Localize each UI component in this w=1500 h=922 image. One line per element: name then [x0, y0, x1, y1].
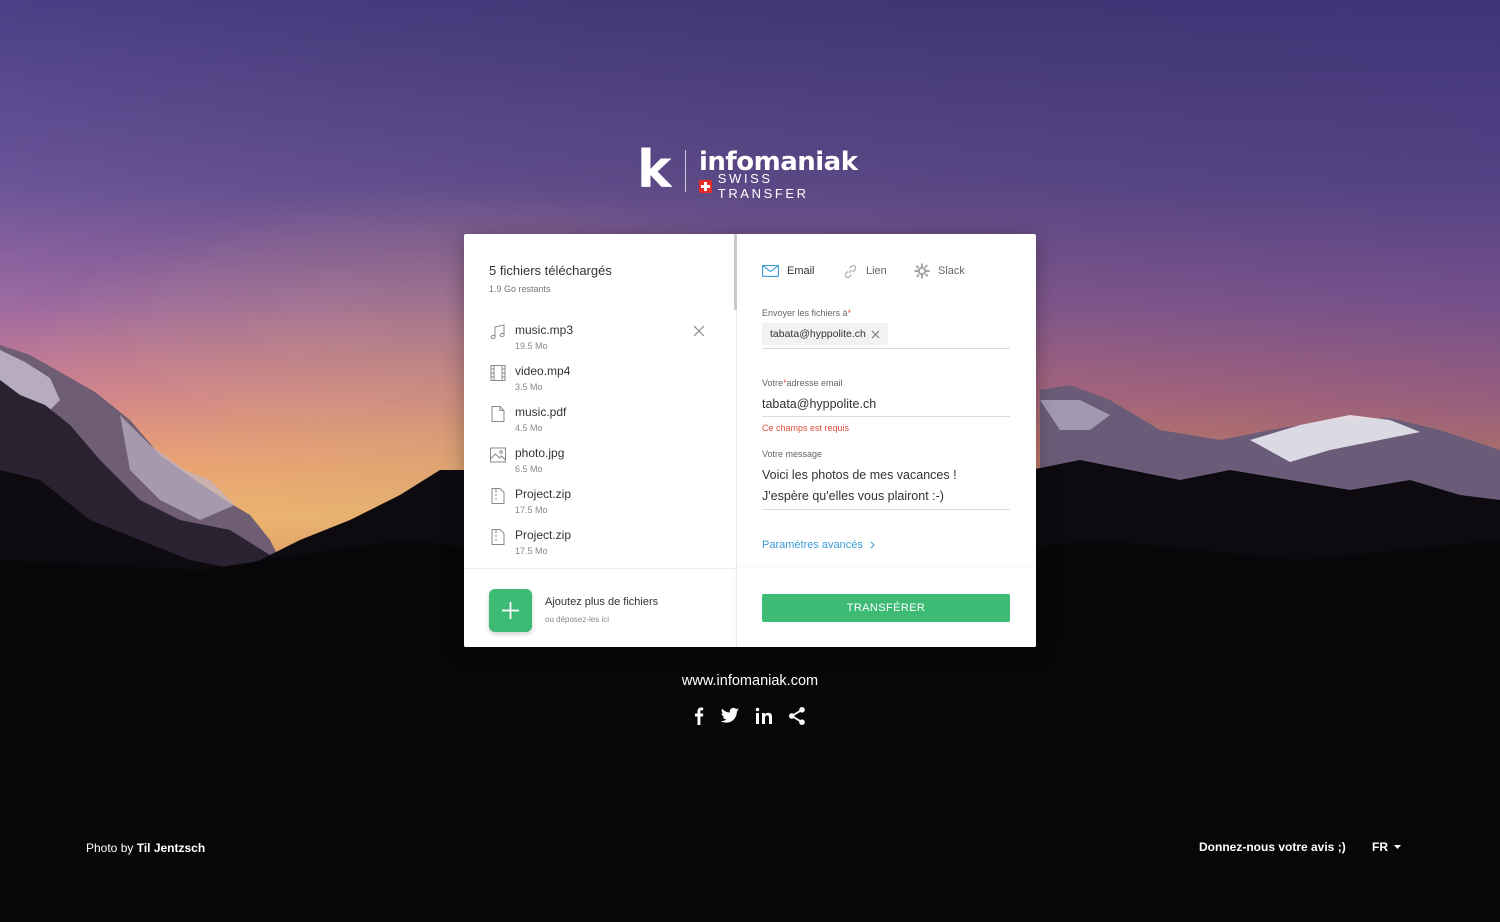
archive-file-icon	[491, 488, 505, 504]
file-panel: 5 fichiers téléchargés 1.9 Go restants m…	[464, 234, 736, 647]
feedback-link[interactable]: Donnez-nous votre avis ;)	[1199, 840, 1346, 854]
tab-link[interactable]: Lien	[843, 261, 887, 281]
recipient-email: tabata@hyppolite.ch	[770, 328, 866, 340]
document-file-icon	[491, 406, 505, 422]
file-size: 4.5 Mo	[515, 423, 543, 433]
archive-file-icon	[491, 529, 505, 545]
file-item: photo.jpg 6.5 Mo	[464, 443, 736, 483]
logo-mark: k	[637, 140, 672, 200]
image-file-icon	[490, 447, 506, 463]
file-name: Project.zip	[515, 528, 572, 542]
credit-prefix: Photo by	[86, 841, 134, 855]
advanced-settings-label: Paramètres avancés	[762, 539, 863, 551]
message-underline	[762, 509, 1010, 510]
message-line-2[interactable]: J'espère qu'elles vous plairont :-)	[762, 489, 944, 503]
site-url-row: www.infomaniak.com	[0, 673, 1500, 689]
message-label: Votre message	[762, 449, 823, 459]
add-files-area[interactable]: Ajoutez plus de fichiers ou déposez-les …	[464, 568, 736, 647]
file-size: 3.5 Mo	[515, 382, 543, 392]
remove-file-close-icon[interactable]	[692, 324, 706, 338]
file-item: music.mp3 19.5 Mo	[464, 320, 736, 360]
tab-label: Lien	[866, 265, 887, 277]
file-item: video.mp4 3.5 Mo	[464, 361, 736, 401]
tab-label: Slack	[938, 265, 965, 277]
swiss-flag-icon	[699, 179, 712, 193]
transfer-card: 5 fichiers téléchargés 1.9 Go restants m…	[464, 234, 1036, 647]
link-icon	[844, 264, 857, 278]
file-item: Project.zip 17.5 Mo	[464, 525, 736, 565]
file-item: music.pdf 4.5 Mo	[464, 402, 736, 442]
storage-remaining: 1.9 Go restants	[489, 284, 551, 294]
logo-separator	[685, 150, 686, 192]
envelope-icon	[762, 265, 779, 277]
photographer-link[interactable]: Til Jentzsch	[137, 841, 205, 855]
brand-tagline-row: SWISS TRANSFER	[699, 171, 867, 201]
file-name: photo.jpg	[515, 446, 565, 460]
recipient-chip[interactable]: tabata@hyppolite.ch	[762, 323, 888, 345]
add-files-button[interactable]	[489, 589, 532, 632]
photo-credit: Photo by Til Jentzsch	[86, 841, 205, 855]
file-size: 17.5 Mo	[515, 505, 548, 515]
sender-email-input[interactable]: tabata@hyppolite.ch	[762, 397, 876, 411]
twitter-icon[interactable]	[720, 706, 740, 726]
slack-icon	[914, 263, 930, 279]
sender-email-underline	[762, 416, 1010, 417]
site-url-link[interactable]: www.infomaniak.com	[682, 673, 818, 689]
tab-email[interactable]: Email	[762, 261, 815, 281]
plus-icon	[502, 602, 519, 619]
submit-area: TRANSFÉRER	[737, 568, 1036, 647]
recipients-input-underline[interactable]	[762, 348, 1010, 349]
brand-logo[interactable]: k infomaniak SWISS TRANSFER	[637, 144, 867, 201]
facebook-icon[interactable]	[694, 706, 706, 726]
video-file-icon	[490, 365, 506, 381]
music-file-icon	[490, 324, 505, 340]
file-list[interactable]: music.mp3 19.5 Mo video.mp4 3.5 Mo music…	[464, 320, 736, 568]
remove-recipient-close-icon[interactable]	[871, 330, 880, 339]
tab-label: Email	[787, 265, 815, 277]
linkedin-icon[interactable]	[755, 706, 774, 726]
transfer-form: Email Lien Slack Envoyer les fichiers à*…	[737, 234, 1036, 647]
transfer-button[interactable]: TRANSFÉRER	[762, 594, 1010, 622]
language-label: FR	[1372, 840, 1388, 854]
file-item: Project.zip 17.5 Mo	[464, 484, 736, 524]
files-count-title: 5 fichiers téléchargés	[489, 263, 612, 278]
brand-tagline: SWISS TRANSFER	[717, 171, 809, 201]
sender-email-label: Votre*adresse email	[762, 378, 843, 388]
sender-email-error: Ce champs est requis	[762, 423, 850, 433]
recipients-label: Envoyer les fichiers à*	[762, 308, 852, 318]
message-line-1[interactable]: Voici les photos de mes vacances !	[762, 468, 957, 482]
file-name: Project.zip	[515, 487, 572, 501]
chevron-right-icon	[870, 541, 875, 549]
file-name: music.pdf	[515, 405, 567, 419]
file-name: video.mp4	[515, 364, 571, 378]
file-size: 6.5 Mo	[515, 464, 543, 474]
file-name: music.mp3	[515, 323, 574, 337]
advanced-settings-link[interactable]: Paramètres avancés	[762, 539, 875, 551]
caret-down-icon	[1394, 845, 1401, 849]
file-size: 17.5 Mo	[515, 546, 548, 556]
file-size: 19.5 Mo	[515, 341, 548, 351]
drop-hint: ou déposez-les ici	[545, 615, 610, 624]
tab-slack[interactable]: Slack	[914, 261, 965, 281]
share-icon[interactable]	[788, 706, 806, 726]
language-selector[interactable]: FR	[1372, 840, 1401, 854]
add-files-label: Ajoutez plus de fichiers	[545, 596, 659, 608]
required-mark: *	[847, 308, 852, 318]
